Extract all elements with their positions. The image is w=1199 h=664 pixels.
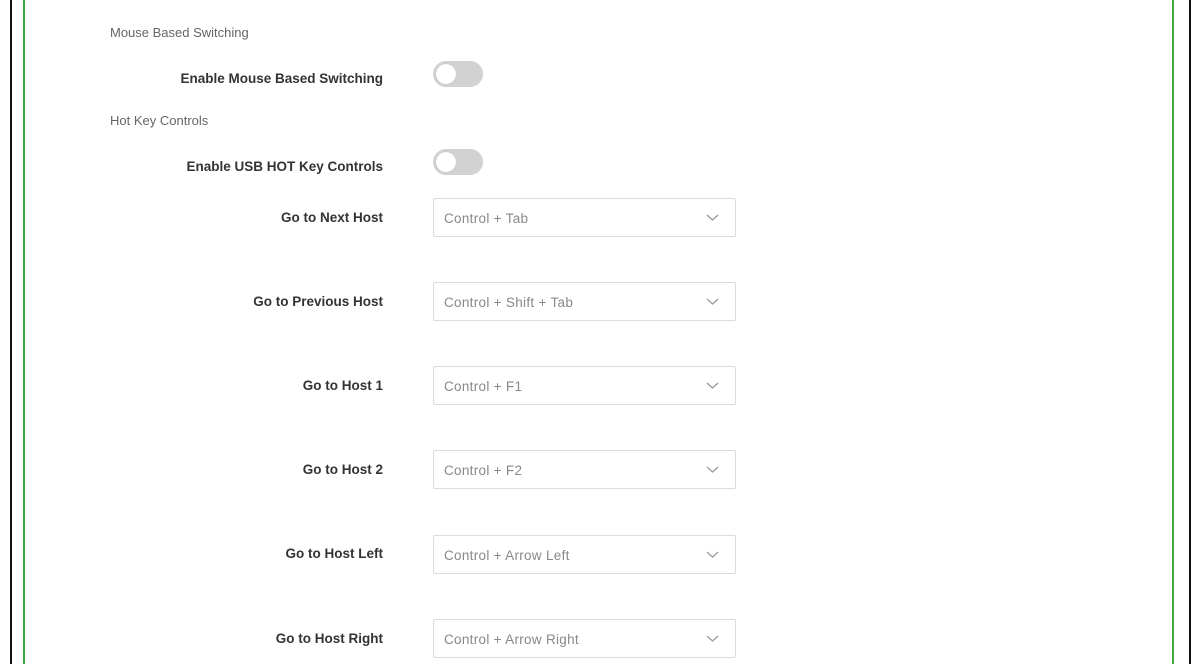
- hotkey-select-value: Control + F1: [444, 379, 523, 394]
- hotkey-select-host-left[interactable]: Control + Arrow Left: [433, 535, 736, 574]
- hotkey-label-host-1: Go to Host 1: [302, 378, 383, 393]
- hotkey-select-next-host[interactable]: Control + Tab: [433, 198, 736, 237]
- chevron-down-icon: [706, 466, 719, 473]
- hotkey-label-host-left: Go to Host Left: [285, 546, 384, 561]
- hotkey-label-previous-host: Go to Previous Host: [253, 294, 383, 309]
- enable-usb-hotkey-label: Enable USB HOT Key Controls: [186, 159, 383, 174]
- enable-mouse-switching-label: Enable Mouse Based Switching: [180, 71, 383, 86]
- window-border-right: [1189, 0, 1191, 664]
- hotkey-select-host-right[interactable]: Control + Arrow Right: [433, 619, 736, 658]
- hotkey-label-next-host: Go to Next Host: [280, 210, 383, 225]
- mouse-switching-section-title: Mouse Based Switching: [110, 25, 249, 40]
- panel-border-right: [1172, 0, 1174, 664]
- chevron-down-icon: [706, 382, 719, 389]
- chevron-down-icon: [706, 298, 719, 305]
- panel-border-left: [23, 0, 25, 664]
- hotkey-section-title: Hot Key Controls: [110, 113, 209, 128]
- chevron-down-icon: [706, 551, 719, 558]
- enable-usb-hotkey-toggle[interactable]: [433, 149, 483, 175]
- hotkey-label-host-right: Go to Host Right: [275, 631, 383, 646]
- toggle-knob: [436, 152, 456, 172]
- hotkey-select-value: Control + F2: [444, 463, 523, 478]
- hotkey-select-host-2[interactable]: Control + F2: [433, 450, 736, 489]
- enable-mouse-switching-toggle[interactable]: [433, 61, 483, 87]
- chevron-down-icon: [706, 635, 719, 642]
- hotkey-select-value: Control + Shift + Tab: [444, 295, 574, 310]
- hotkey-select-previous-host[interactable]: Control + Shift + Tab: [433, 282, 736, 321]
- toggle-knob: [436, 64, 456, 84]
- hotkey-select-value: Control + Tab: [444, 211, 529, 226]
- hotkey-select-value: Control + Arrow Left: [444, 548, 570, 563]
- settings-panel: Mouse Based Switching Enable Mouse Based…: [0, 0, 1199, 664]
- hotkey-select-host-1[interactable]: Control + F1: [433, 366, 736, 405]
- hotkey-label-host-2: Go to Host 2: [302, 462, 383, 477]
- window-border-left: [10, 0, 12, 664]
- chevron-down-icon: [706, 214, 719, 221]
- hotkey-select-value: Control + Arrow Right: [444, 632, 579, 647]
